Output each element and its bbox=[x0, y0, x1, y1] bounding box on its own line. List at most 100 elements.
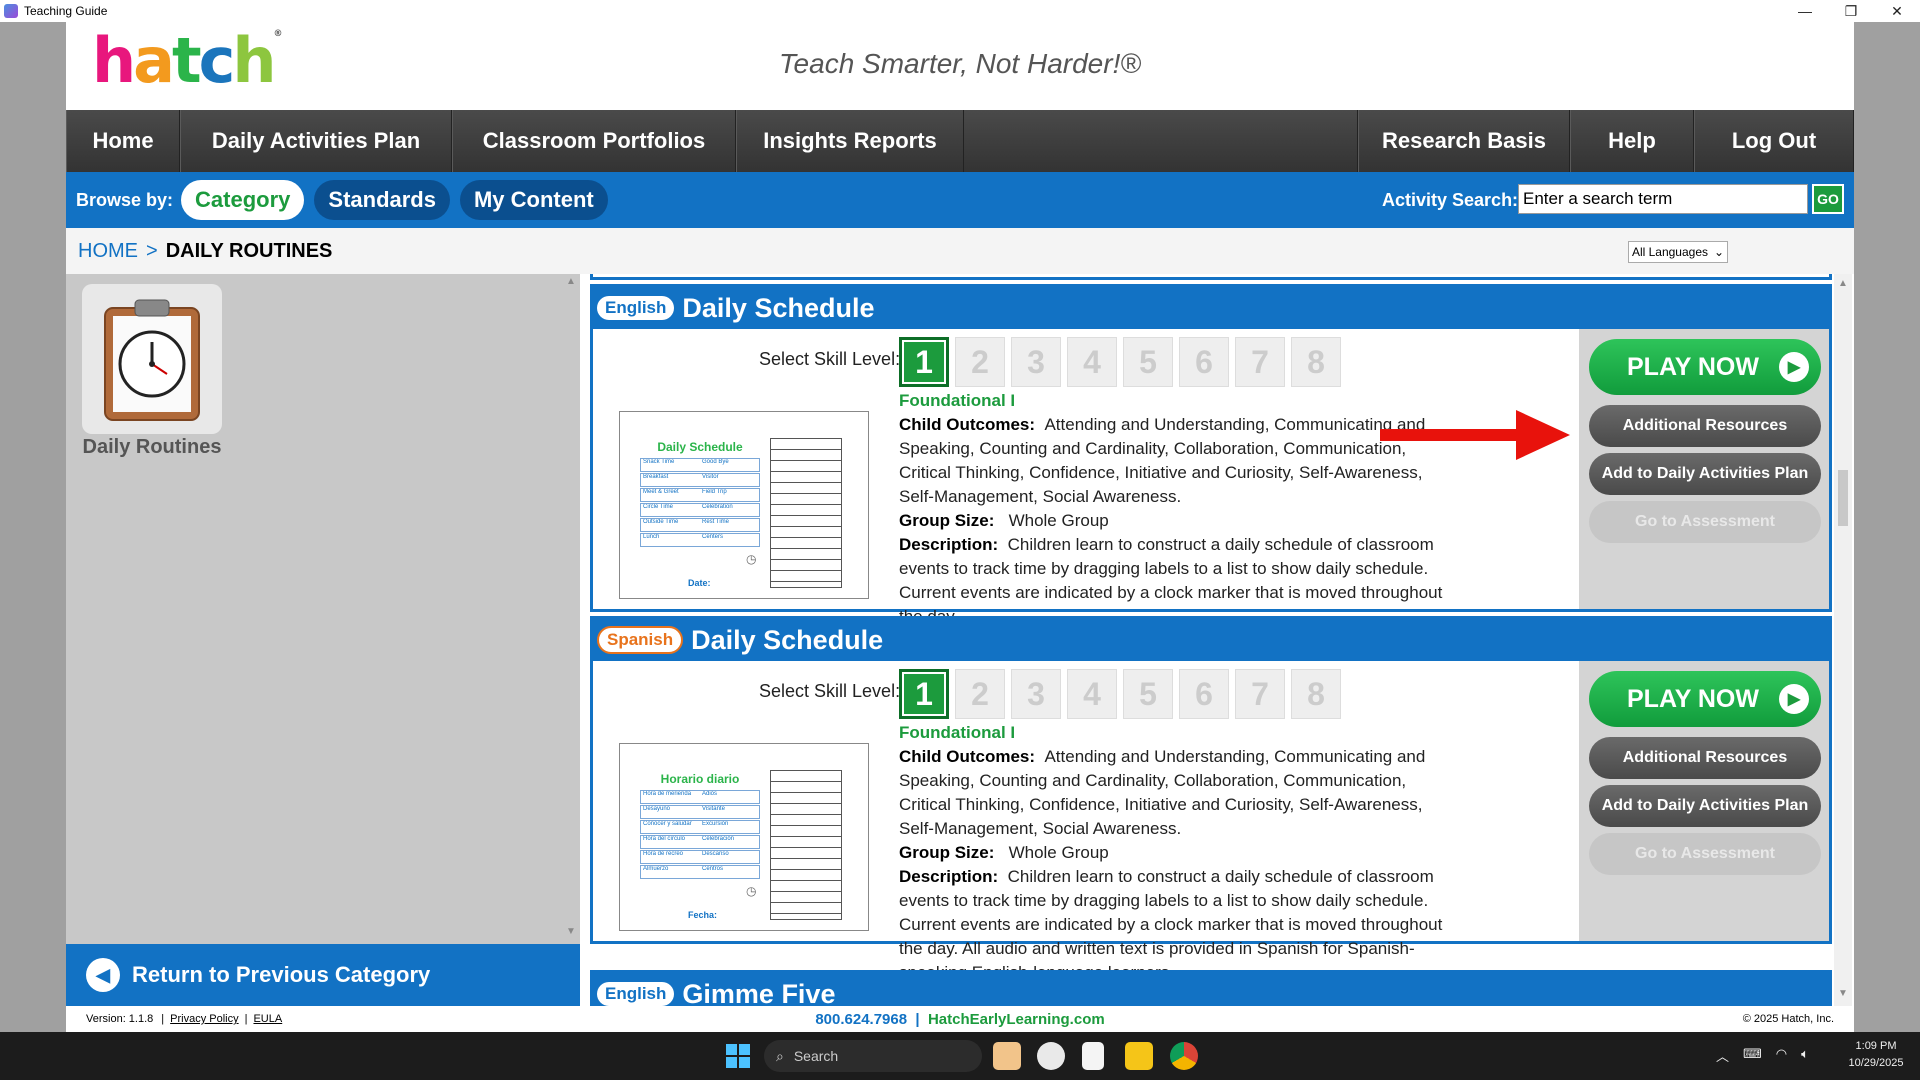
activity-card-header: English Daily Schedule bbox=[593, 287, 1829, 329]
additional-resources-button[interactable]: Additional Resources bbox=[1589, 737, 1821, 779]
activity-actions: PLAY NOW ▶ Additional Resources Add to D… bbox=[1579, 329, 1829, 609]
skill-level-label: Select Skill Level: bbox=[759, 349, 901, 369]
browse-by-label: Browse by: bbox=[76, 189, 174, 210]
thumbnail-row: Hora de recreo Descanso bbox=[640, 850, 760, 864]
windows-start-icon[interactable] bbox=[726, 1044, 750, 1068]
browse-bar: Browse by: Category Standards My Content… bbox=[66, 172, 1854, 228]
nav-home[interactable]: Home bbox=[66, 110, 180, 172]
site-footer: Version: 1.1.8 | Privacy Policy | EULA 8… bbox=[66, 1006, 1854, 1032]
language-badge: Spanish bbox=[597, 626, 684, 654]
breadcrumb-home-link[interactable]: HOME bbox=[78, 240, 138, 263]
file-explorer-icon[interactable] bbox=[1125, 1042, 1153, 1070]
close-button[interactable]: ✕ bbox=[1874, 0, 1920, 22]
privacy-policy-link[interactable]: Privacy Policy bbox=[170, 1013, 238, 1025]
activity-description: Description: Children learn to construct… bbox=[899, 867, 1443, 982]
thumbnail-row: Breakfast Visitor bbox=[640, 473, 760, 487]
group-size: Group Size: Whole Group bbox=[899, 511, 1109, 530]
skill-level-5: 5 bbox=[1123, 669, 1173, 719]
nav-research-basis[interactable]: Research Basis bbox=[1358, 110, 1570, 172]
scroll-up-arrow-icon[interactable]: ▲ bbox=[1838, 278, 1848, 289]
activity-thumbnail[interactable]: Daily Schedule Snack Time Good Bye Breakf… bbox=[619, 411, 869, 599]
activity-card: English Daily Schedule Select Skill Leve… bbox=[590, 284, 1832, 626]
windows-taskbar: ⌕ Search ︿ ⌨ ◠ 🔈︎ 1:09 PM 10/29/2025 bbox=[0, 1032, 1920, 1080]
thumbnail-row: Hora de merienda Adiós bbox=[640, 790, 760, 804]
skill-level-3: 3 bbox=[1011, 337, 1061, 387]
scroll-down-arrow-icon[interactable]: ▼ bbox=[1838, 988, 1848, 999]
skill-level-7: 7 bbox=[1235, 337, 1285, 387]
thumbnail-row: Snack Time Good Bye bbox=[640, 458, 760, 472]
skill-level-7: 7 bbox=[1235, 669, 1285, 719]
skill-level-1[interactable]: 1 bbox=[899, 669, 949, 719]
minimize-button[interactable]: — bbox=[1782, 0, 1828, 22]
activity-card: English Gimme Five bbox=[590, 970, 1832, 1006]
activity-title: Daily Schedule bbox=[691, 624, 884, 655]
category-panel: Daily Routines ▲ ▼ bbox=[66, 274, 580, 944]
add-to-daily-activities-plan-button[interactable]: Add to Daily Activities Plan bbox=[1589, 453, 1821, 495]
wifi-icon[interactable]: ◠ bbox=[1776, 1046, 1787, 1065]
skill-level-8: 8 bbox=[1291, 337, 1341, 387]
window-background-left bbox=[0, 22, 66, 1032]
browse-category-tab[interactable]: Category bbox=[181, 180, 305, 220]
restore-button[interactable]: ❐ bbox=[1828, 0, 1874, 22]
red-arrow-annotation bbox=[1380, 410, 1570, 460]
activity-search-input[interactable] bbox=[1518, 184, 1808, 214]
content-scrollbar[interactable]: ▲ ▼ bbox=[1834, 274, 1852, 1006]
website-link[interactable]: HatchEarlyLearning.com bbox=[928, 1011, 1105, 1028]
scrollbar-thumb[interactable] bbox=[1838, 470, 1848, 526]
site-header: hatch® Teach Smarter, Not Harder!® bbox=[66, 22, 1854, 110]
skill-level-1[interactable]: 1 bbox=[899, 337, 949, 387]
browse-standards-tab[interactable]: Standards bbox=[314, 180, 450, 220]
additional-resources-button[interactable]: Additional Resources bbox=[1589, 405, 1821, 447]
skill-level-name: Foundational I bbox=[899, 391, 1016, 410]
daily-routines-category-tile[interactable] bbox=[82, 284, 222, 434]
taskbar-search[interactable]: ⌕ Search bbox=[764, 1040, 982, 1072]
skill-level-6: 6 bbox=[1179, 337, 1229, 387]
footer-separator: | bbox=[161, 1013, 165, 1025]
activity-info: Foundational I Child Outcomes: Attending… bbox=[899, 389, 1459, 629]
thumbnail-row: Lunch Centers bbox=[640, 533, 760, 547]
document-icon[interactable] bbox=[1082, 1042, 1104, 1070]
clock-date: 10/29/2025 bbox=[1848, 1057, 1904, 1069]
skill-level-8: 8 bbox=[1291, 669, 1341, 719]
thumbnail-row: Hora del círculo Celebración bbox=[640, 835, 760, 849]
footer-contact: 800.624.7968 | HatchEarlyLearning.com bbox=[66, 1011, 1854, 1028]
nav-classroom-portfolios[interactable]: Classroom Portfolios bbox=[452, 110, 736, 172]
scroll-up-arrow-icon[interactable]: ▲ bbox=[564, 276, 578, 290]
volume-icon[interactable]: 🔈︎ bbox=[1801, 1046, 1809, 1065]
scroll-down-arrow-icon[interactable]: ▼ bbox=[564, 926, 578, 940]
thumbnail-row: Circle Time Celebration bbox=[640, 503, 760, 517]
activity-card-header: Spanish Daily Schedule bbox=[593, 619, 1829, 661]
add-to-daily-activities-plan-button[interactable]: Add to Daily Activities Plan bbox=[1589, 785, 1821, 827]
chrome-icon[interactable] bbox=[1170, 1042, 1198, 1070]
nav-daily-activities-plan[interactable]: Daily Activities Plan bbox=[180, 110, 452, 172]
play-now-button[interactable]: PLAY NOW ▶ bbox=[1589, 339, 1821, 395]
skill-level-4: 4 bbox=[1067, 337, 1117, 387]
thumbnail-date-label: Fecha: bbox=[688, 910, 718, 920]
play-now-button[interactable]: PLAY NOW ▶ bbox=[1589, 671, 1821, 727]
nav-insights-reports[interactable]: Insights Reports bbox=[736, 110, 964, 172]
search-go-button[interactable]: GO bbox=[1812, 184, 1844, 214]
phone-number: 800.624.7968 bbox=[815, 1010, 908, 1028]
taskbar-clock[interactable]: 1:09 PM 10/29/2025 bbox=[1836, 1038, 1916, 1072]
app-icon bbox=[4, 4, 18, 18]
language-filter-select[interactable]: All Languages ⌄ bbox=[1628, 241, 1728, 263]
app-tile-icon[interactable] bbox=[993, 1042, 1021, 1070]
app-frame: hatch® Teach Smarter, Not Harder!® Home … bbox=[66, 22, 1854, 1032]
chevron-down-icon: ⌄ bbox=[1714, 245, 1725, 259]
app-circle-icon[interactable] bbox=[1037, 1042, 1065, 1070]
thumbnail-row: Almuerzo Centros bbox=[640, 865, 760, 879]
return-to-previous-category-button[interactable]: ◀ Return to Previous Category bbox=[66, 944, 580, 1006]
chevron-up-icon[interactable]: ︿ bbox=[1716, 1046, 1729, 1065]
nav-log-out[interactable]: Log Out bbox=[1694, 110, 1854, 172]
eula-link[interactable]: EULA bbox=[253, 1013, 282, 1025]
activity-thumbnail[interactable]: Horario diario Hora de merienda Adiós Des… bbox=[619, 743, 869, 931]
nav-help[interactable]: Help bbox=[1570, 110, 1694, 172]
thumbnail-schedule-list: Hora de merienda Adiós Desayuno Visitante … bbox=[640, 790, 760, 880]
go-to-assessment-button: Go to Assessment bbox=[1589, 501, 1821, 543]
search-icon: ⌕ bbox=[776, 1047, 784, 1064]
browse-my-content-tab[interactable]: My Content bbox=[459, 180, 608, 220]
clock-icon: ◷ bbox=[746, 552, 757, 566]
language-badge: English bbox=[597, 296, 675, 320]
footer-separator: | bbox=[244, 1013, 248, 1025]
keyboard-icon[interactable]: ⌨ bbox=[1743, 1046, 1762, 1065]
